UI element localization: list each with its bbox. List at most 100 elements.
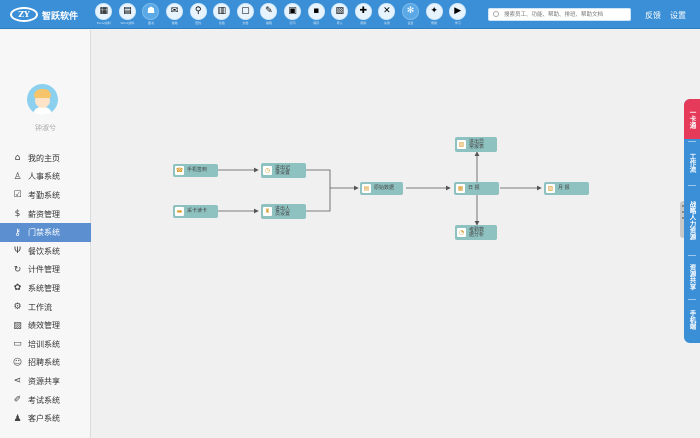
sidebar-item-label: 考勤系统 bbox=[28, 190, 60, 200]
toolbar-label: 表格 bbox=[218, 21, 225, 25]
toolbar-button-document[interactable]: ▢ 文档 bbox=[234, 3, 258, 27]
sidebar-item-recruit[interactable]: ☺ 招聘系统 bbox=[0, 354, 91, 373]
toolbar-button-import[interactable]: ▧ 导入 bbox=[328, 3, 352, 27]
tab-divider bbox=[688, 141, 696, 142]
analysis-icon: ◔ bbox=[457, 228, 466, 237]
money-bag-icon: $ bbox=[14, 209, 21, 220]
sidebar-item-label: 餐饮系统 bbox=[28, 246, 60, 256]
toolbar-label: 打印 bbox=[289, 21, 296, 25]
sidebar-item-user[interactable]: ♙ 人事系统 bbox=[0, 168, 91, 187]
gear-icon: ✻ bbox=[402, 3, 420, 20]
toolbar-button-gear[interactable]: ✻ 设置 bbox=[399, 3, 423, 27]
node-phone-checkin[interactable]: ☎ 手机签到 bbox=[173, 164, 218, 177]
tab-resource-sharing[interactable]: 资源共享 bbox=[684, 257, 700, 297]
sidebar-item-label: 客户系统 bbox=[28, 414, 60, 424]
monitor-icon: ▭ bbox=[13, 339, 22, 350]
tab-strategic-hr[interactable]: 战略人力资源 bbox=[684, 187, 700, 253]
node-raw-data[interactable]: ▤ 原始数据 bbox=[360, 182, 403, 195]
toolbar-button-close[interactable]: ✕ 关闭 bbox=[375, 3, 399, 27]
brand-name: 智跃软件 bbox=[42, 12, 79, 22]
toolbar-label: Excel资料 bbox=[96, 21, 111, 25]
avatar-hair bbox=[34, 89, 51, 98]
toolbar-button-pencil[interactable]: ✎ 编辑 bbox=[257, 3, 281, 27]
sidebar-item-label: 薪资管理 bbox=[28, 209, 60, 219]
workflow-icon: ⚙ bbox=[13, 302, 22, 313]
sidebar-item-monitor[interactable]: ▭ 培训系统 bbox=[0, 335, 91, 354]
sidebar-item-utensils[interactable]: Ψ 餐饮系统 bbox=[0, 242, 91, 261]
sidebar-item-label: 计件管理 bbox=[28, 265, 60, 275]
key-icon: ⚷ bbox=[14, 227, 21, 238]
toolbar-button-excel[interactable]: ▦ Excel资料 bbox=[92, 3, 116, 27]
toolbar-label: 帮助 bbox=[431, 21, 438, 25]
toolbar: ▦ Excel资料 ▤ Word资料 ☗ 图书 ✉ 信箱 ⚲ 查找 ▥ 表格 ▢ 文档 ✎ 编辑 ▣ 打印 ▪ 保存 ▧… bbox=[92, 3, 470, 27]
sidebar-item-label: 门禁系统 bbox=[28, 228, 60, 238]
import-icon: ▧ bbox=[331, 3, 349, 20]
data-icon: ▤ bbox=[362, 184, 371, 193]
connector-merge bbox=[306, 169, 331, 212]
toolbar-button-print[interactable]: ▣ 打印 bbox=[281, 3, 305, 27]
tab-workflow[interactable]: 工作流 bbox=[684, 143, 700, 183]
sidebar-item-pen[interactable]: ✐ 考试系统 bbox=[0, 391, 91, 410]
toolbar-button-sheet[interactable]: ▥ 表格 bbox=[210, 3, 234, 27]
sidebar-item-key[interactable]: ⚷ 门禁系统 bbox=[0, 223, 91, 242]
feedback-link[interactable]: 反馈 bbox=[645, 10, 661, 21]
sidebar-item-gear[interactable]: ✿ 系统管理 bbox=[0, 279, 91, 298]
sidebar-item-label: 人事系统 bbox=[28, 172, 60, 182]
sidebar-item-label: 绩效管理 bbox=[28, 321, 60, 331]
toolbar-label: 设置 bbox=[407, 21, 414, 25]
search-input[interactable] bbox=[488, 8, 631, 21]
toolbar-button-word[interactable]: ▤ Word资料 bbox=[116, 3, 140, 27]
node-record-settings[interactable]: ◷ 进出记 录设置 bbox=[261, 163, 306, 178]
avatar[interactable] bbox=[27, 84, 58, 115]
sidebar-item-chart[interactable]: ▨ 绩效管理 bbox=[0, 316, 91, 335]
tab-mobile[interactable]: 手机端 bbox=[684, 301, 700, 339]
right-tab-bar: 一卡通 工作流 战略人力资源 资源共享 手机端 bbox=[684, 99, 700, 343]
sidebar-item-label: 系统管理 bbox=[28, 283, 60, 293]
toolbar-label: 文档 bbox=[242, 21, 249, 25]
node-monthly-report[interactable]: ▧ 月 报 bbox=[544, 182, 589, 195]
node-daily-report[interactable]: ▦ 日 报 bbox=[454, 182, 499, 195]
toolbar-button-play[interactable]: ▶ 学习 bbox=[446, 3, 470, 27]
share-icon: ⋖ bbox=[13, 376, 22, 387]
toolbar-button-search[interactable]: ⚲ 查找 bbox=[186, 3, 210, 27]
search-icon bbox=[493, 11, 499, 17]
sidebar-item-calendar-check[interactable]: ☑ 考勤系统 bbox=[0, 186, 91, 205]
sidebar-item-label: 工作流 bbox=[28, 302, 52, 312]
node-personnel-settings[interactable]: ♜ 进出人 员设置 bbox=[261, 204, 306, 219]
pen-icon: ✐ bbox=[13, 395, 22, 406]
sidebar-item-money-bag[interactable]: $ 薪资管理 bbox=[0, 205, 91, 224]
flow-connectors bbox=[218, 151, 542, 226]
logo: ZY bbox=[10, 7, 38, 22]
toolbar-button-refresh[interactable]: ✚ 刷新 bbox=[352, 3, 376, 27]
gear-icon: ✿ bbox=[13, 283, 22, 294]
sidebar-menu: ⌂ 我的主页 ♙ 人事系统 ☑ 考勤系统 $ 薪资管理 ⚷ 门禁系统 Ψ 餐饮系统 ↻ 计件管理 ✿ 系统管理… bbox=[0, 149, 91, 428]
excel-icon: ▦ bbox=[95, 3, 113, 20]
node-card-reader[interactable]: ▬ 采卡读卡 bbox=[173, 205, 218, 218]
tab-card-system[interactable]: 一卡通 bbox=[684, 99, 700, 139]
toolbar-label: 导入 bbox=[336, 21, 343, 25]
toolbar-button-save[interactable]: ▪ 保存 bbox=[304, 3, 328, 27]
toolbar-button-mail[interactable]: ✉ 信箱 bbox=[163, 3, 187, 27]
sidebar-item-home[interactable]: ⌂ 我的主页 bbox=[0, 149, 91, 168]
toolbar-label: Word资料 bbox=[120, 21, 135, 25]
recruit-icon: ☺ bbox=[12, 357, 23, 368]
node-attendance-analysis[interactable]: ◔ 考勤数 据分析 bbox=[455, 225, 497, 240]
close-icon: ✕ bbox=[378, 3, 396, 20]
utensils-icon: Ψ bbox=[13, 246, 22, 257]
sidebar-item-client[interactable]: ♟ 客户系统 bbox=[0, 409, 91, 428]
chart-icon: ▨ bbox=[13, 320, 22, 331]
settings-link[interactable]: 设置 bbox=[670, 10, 686, 21]
tab-divider bbox=[688, 299, 696, 300]
node-exception-report[interactable]: ▨ 进出异 常报表 bbox=[455, 137, 497, 152]
play-icon: ▶ bbox=[449, 3, 467, 20]
user-icon: ♙ bbox=[13, 171, 22, 182]
sidebar-item-workflow[interactable]: ⚙ 工作流 bbox=[0, 298, 91, 317]
flow-diagram: ☎ 手机签到 ▬ 采卡读卡 ◷ 进出记 录设置 ♜ 进出人 员设置 ▤ 原始数据… bbox=[92, 30, 686, 438]
sidebar-item-share[interactable]: ⋖ 资源共享 bbox=[0, 372, 91, 391]
sidebar-item-counter[interactable]: ↻ 计件管理 bbox=[0, 261, 91, 280]
toolbar-button-book[interactable]: ☗ 图书 bbox=[139, 3, 163, 27]
username: 钟淑兮 bbox=[35, 124, 56, 132]
toolbar-button-bulb[interactable]: ✦ 帮助 bbox=[422, 3, 446, 27]
mail-icon: ✉ bbox=[166, 3, 184, 20]
bulb-icon: ✦ bbox=[425, 3, 443, 20]
